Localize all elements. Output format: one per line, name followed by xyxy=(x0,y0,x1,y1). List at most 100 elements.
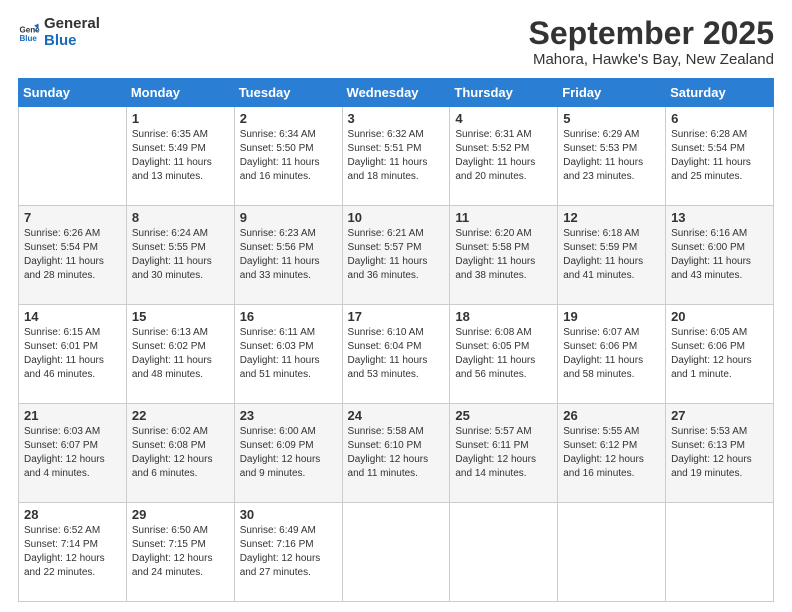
day-info: Sunrise: 6:34 AM Sunset: 5:50 PM Dayligh… xyxy=(240,128,337,184)
day-number: 19 xyxy=(563,309,660,324)
month-title: September 2025 xyxy=(529,16,774,51)
day-info: Sunrise: 5:57 AM Sunset: 6:11 PM Dayligh… xyxy=(455,425,552,481)
day-number: 23 xyxy=(240,408,337,423)
calendar-cell: 9Sunrise: 6:23 AM Sunset: 5:56 PM Daylig… xyxy=(234,206,342,305)
day-number: 13 xyxy=(671,210,768,225)
day-info: Sunrise: 5:55 AM Sunset: 6:12 PM Dayligh… xyxy=(563,425,660,481)
day-number: 3 xyxy=(348,111,445,126)
calendar-cell: 12 Sunrise: 6:18 AM Sunset: 5:59 PM Dayli… xyxy=(558,206,666,305)
weekday-header: Saturday xyxy=(666,79,774,107)
calendar-week-row: 21 Sunrise: 6:03 AM Sunset: 6:07 PM Dayli… xyxy=(19,404,774,503)
day-info: Sunrise: 6:52 AM Sunset: 7:14 PM Dayligh… xyxy=(24,524,121,580)
calendar-cell: 23 Sunrise: 6:00 AM Sunset: 6:09 PM Dayli… xyxy=(234,404,342,503)
calendar-cell: 3 Sunrise: 6:32 AM Sunset: 5:51 PM Daylig… xyxy=(342,107,450,206)
calendar-week-row: 1 Sunrise: 6:35 AM Sunset: 5:49 PM Daylig… xyxy=(19,107,774,206)
day-number: 18 xyxy=(455,309,552,324)
day-number: 10 xyxy=(348,210,445,225)
day-info: Sunrise: 6:50 AM Sunset: 7:15 PM Dayligh… xyxy=(132,524,229,580)
calendar-cell: 19 Sunrise: 6:07 AM Sunset: 6:06 PM Dayli… xyxy=(558,305,666,404)
day-info: Sunrise: 6:02 AM Sunset: 6:08 PM Dayligh… xyxy=(132,425,229,481)
page: General Blue General Blue September 2025… xyxy=(0,0,792,612)
weekday-header: Friday xyxy=(558,79,666,107)
logo-icon: General Blue xyxy=(18,22,40,44)
calendar-cell: 27 Sunrise: 5:53 AM Sunset: 6:13 PM Dayli… xyxy=(666,404,774,503)
svg-text:Blue: Blue xyxy=(19,34,37,43)
calendar-cell: 22Sunrise: 6:02 AM Sunset: 6:08 PM Dayli… xyxy=(126,404,234,503)
calendar-cell: 29 Sunrise: 6:50 AM Sunset: 7:15 PM Dayli… xyxy=(126,503,234,602)
day-number: 4 xyxy=(455,111,552,126)
calendar-cell: 2 Sunrise: 6:34 AM Sunset: 5:50 PM Daylig… xyxy=(234,107,342,206)
logo-general: General xyxy=(44,15,100,32)
day-info: Sunrise: 6:15 AM Sunset: 6:01 PM Dayligh… xyxy=(24,326,121,382)
calendar-cell: 11Sunrise: 6:20 AM Sunset: 5:58 PM Dayli… xyxy=(450,206,558,305)
logo: General Blue General Blue xyxy=(18,16,100,49)
calendar-header-row: SundayMondayTuesdayWednesdayThursdayFrid… xyxy=(19,79,774,107)
day-number: 17 xyxy=(348,309,445,324)
calendar-cell: 15Sunrise: 6:13 AM Sunset: 6:02 PM Dayli… xyxy=(126,305,234,404)
day-info: Sunrise: 6:32 AM Sunset: 5:51 PM Dayligh… xyxy=(348,128,445,184)
calendar-cell: 10 Sunrise: 6:21 AM Sunset: 5:57 PM Dayli… xyxy=(342,206,450,305)
calendar-cell: 20Sunrise: 6:05 AM Sunset: 6:06 PM Dayli… xyxy=(666,305,774,404)
logo-text-block: General Blue xyxy=(44,16,100,49)
calendar-cell xyxy=(558,503,666,602)
calendar-cell: 4Sunrise: 6:31 AM Sunset: 5:52 PM Daylig… xyxy=(450,107,558,206)
day-info: Sunrise: 6:11 AM Sunset: 6:03 PM Dayligh… xyxy=(240,326,337,382)
day-info: Sunrise: 6:28 AM Sunset: 5:54 PM Dayligh… xyxy=(671,128,768,184)
day-number: 12 xyxy=(563,210,660,225)
weekday-header: Thursday xyxy=(450,79,558,107)
calendar-cell xyxy=(342,503,450,602)
calendar-cell: 5Sunrise: 6:29 AM Sunset: 5:53 PM Daylig… xyxy=(558,107,666,206)
calendar-cell xyxy=(19,107,127,206)
day-number: 16 xyxy=(240,309,337,324)
day-number: 24 xyxy=(348,408,445,423)
day-number: 27 xyxy=(671,408,768,423)
weekday-header: Monday xyxy=(126,79,234,107)
day-info: Sunrise: 6:23 AM Sunset: 5:56 PM Dayligh… xyxy=(240,227,337,283)
day-number: 8 xyxy=(132,210,229,225)
day-info: Sunrise: 6:03 AM Sunset: 6:07 PM Dayligh… xyxy=(24,425,121,481)
calendar-cell: 30 Sunrise: 6:49 AM Sunset: 7:16 PM Dayli… xyxy=(234,503,342,602)
day-info: Sunrise: 6:16 AM Sunset: 6:00 PM Dayligh… xyxy=(671,227,768,283)
day-number: 30 xyxy=(240,507,337,522)
header: General Blue General Blue September 2025… xyxy=(18,16,774,68)
calendar-cell: 14 Sunrise: 6:15 AM Sunset: 6:01 PM Dayli… xyxy=(19,305,127,404)
day-info: Sunrise: 6:05 AM Sunset: 6:06 PM Dayligh… xyxy=(671,326,768,382)
day-number: 2 xyxy=(240,111,337,126)
day-info: Sunrise: 5:58 AM Sunset: 6:10 PM Dayligh… xyxy=(348,425,445,481)
day-info: Sunrise: 5:53 AM Sunset: 6:13 PM Dayligh… xyxy=(671,425,768,481)
calendar-cell: 18Sunrise: 6:08 AM Sunset: 6:05 PM Dayli… xyxy=(450,305,558,404)
weekday-header: Tuesday xyxy=(234,79,342,107)
day-info: Sunrise: 6:21 AM Sunset: 5:57 PM Dayligh… xyxy=(348,227,445,283)
day-number: 29 xyxy=(132,507,229,522)
calendar-cell: 25 Sunrise: 5:57 AM Sunset: 6:11 PM Dayli… xyxy=(450,404,558,503)
day-info: Sunrise: 6:35 AM Sunset: 5:49 PM Dayligh… xyxy=(132,128,229,184)
day-info: Sunrise: 6:20 AM Sunset: 5:58 PM Dayligh… xyxy=(455,227,552,283)
calendar-cell: 6 Sunrise: 6:28 AM Sunset: 5:54 PM Daylig… xyxy=(666,107,774,206)
calendar-week-row: 7 Sunrise: 6:26 AM Sunset: 5:54 PM Daylig… xyxy=(19,206,774,305)
calendar-cell: 8 Sunrise: 6:24 AM Sunset: 5:55 PM Daylig… xyxy=(126,206,234,305)
calendar-cell: 21 Sunrise: 6:03 AM Sunset: 6:07 PM Dayli… xyxy=(19,404,127,503)
weekday-header: Sunday xyxy=(19,79,127,107)
day-number: 26 xyxy=(563,408,660,423)
calendar-cell: 26 Sunrise: 5:55 AM Sunset: 6:12 PM Dayli… xyxy=(558,404,666,503)
day-info: Sunrise: 6:24 AM Sunset: 5:55 PM Dayligh… xyxy=(132,227,229,283)
title-block: September 2025 Mahora, Hawke's Bay, New … xyxy=(529,16,774,68)
day-info: Sunrise: 6:07 AM Sunset: 6:06 PM Dayligh… xyxy=(563,326,660,382)
day-number: 6 xyxy=(671,111,768,126)
day-info: Sunrise: 6:26 AM Sunset: 5:54 PM Dayligh… xyxy=(24,227,121,283)
calendar-week-row: 14 Sunrise: 6:15 AM Sunset: 6:01 PM Dayli… xyxy=(19,305,774,404)
day-number: 1 xyxy=(132,111,229,126)
day-info: Sunrise: 6:18 AM Sunset: 5:59 PM Dayligh… xyxy=(563,227,660,283)
day-number: 25 xyxy=(455,408,552,423)
day-number: 21 xyxy=(24,408,121,423)
calendar-week-row: 28 Sunrise: 6:52 AM Sunset: 7:14 PM Dayli… xyxy=(19,503,774,602)
day-info: Sunrise: 6:13 AM Sunset: 6:02 PM Dayligh… xyxy=(132,326,229,382)
day-info: Sunrise: 6:00 AM Sunset: 6:09 PM Dayligh… xyxy=(240,425,337,481)
calendar-cell: 13 Sunrise: 6:16 AM Sunset: 6:00 PM Dayli… xyxy=(666,206,774,305)
day-number: 7 xyxy=(24,210,121,225)
day-number: 28 xyxy=(24,507,121,522)
day-number: 14 xyxy=(24,309,121,324)
day-info: Sunrise: 6:49 AM Sunset: 7:16 PM Dayligh… xyxy=(240,524,337,580)
location: Mahora, Hawke's Bay, New Zealand xyxy=(529,51,774,68)
calendar-table: SundayMondayTuesdayWednesdayThursdayFrid… xyxy=(18,78,774,602)
